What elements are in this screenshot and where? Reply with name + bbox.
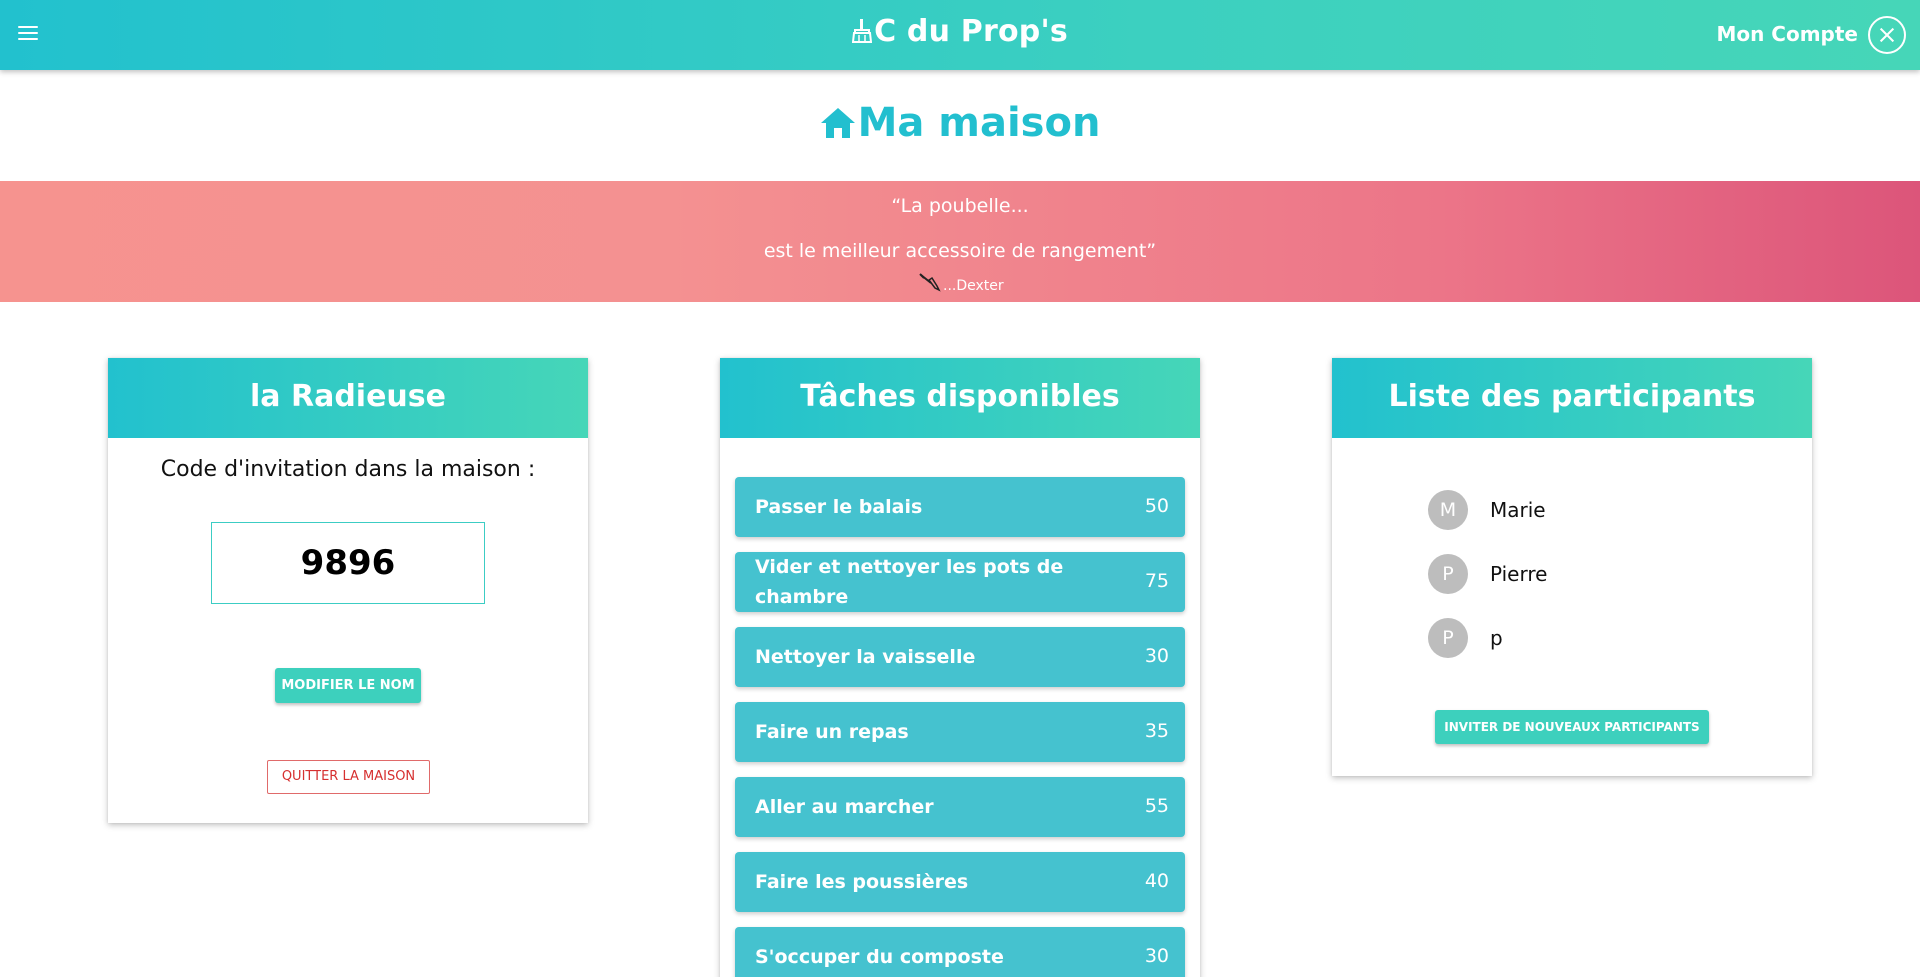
task-points: 50 xyxy=(1144,495,1169,517)
participants-card: Liste des participants M Marie P Pierre … xyxy=(1332,358,1812,776)
task-item[interactable]: Faire les poussières 40 xyxy=(735,852,1185,912)
task-name: Vider et nettoyer les pots de chambre xyxy=(755,556,1064,608)
quote-line-2: est le meilleur accessoire de rangement” xyxy=(763,240,1157,262)
broom-icon xyxy=(918,272,942,296)
task-name: S'occuper du composte xyxy=(755,946,1004,968)
avatar: M xyxy=(1428,490,1468,530)
broom-icon xyxy=(851,16,873,51)
house-name: la Radieuse xyxy=(108,358,588,438)
task-name: Faire un repas xyxy=(755,721,909,743)
tasks-title: Tâches disponibles xyxy=(720,358,1200,438)
close-icon[interactable] xyxy=(1868,16,1906,54)
task-item[interactable]: Faire un repas 35 xyxy=(735,702,1185,762)
task-item[interactable]: Nettoyer la vaisselle 30 xyxy=(735,627,1185,687)
invite-participants-button[interactable]: INVITER DE NOUVEAUX PARTICIPANTS xyxy=(1435,710,1709,744)
app-title: C du Prop's xyxy=(874,14,1068,49)
task-points: 35 xyxy=(1144,720,1169,742)
task-points: 75 xyxy=(1144,570,1169,592)
avatar: P xyxy=(1428,554,1468,594)
tasks-card: Tâches disponibles Passer le balais 50 V… xyxy=(720,358,1200,977)
quote-author: ...Dexter xyxy=(918,272,1004,296)
task-points: 40 xyxy=(1144,870,1169,892)
participant-name: Marie xyxy=(1490,498,1546,522)
task-name: Nettoyer la vaisselle xyxy=(755,646,976,668)
quote-line-1: “La poubelle... xyxy=(891,195,1029,217)
task-item[interactable]: Vider et nettoyer les pots de chambre 75 xyxy=(735,552,1185,612)
participants-title: Liste des participants xyxy=(1332,358,1812,438)
task-name: Aller au marcher xyxy=(755,796,934,818)
rename-house-button[interactable]: MODIFIER LE NOM xyxy=(275,668,421,703)
invite-code-field[interactable]: 9896 xyxy=(211,522,485,604)
invite-code-label: Code d'invitation dans la maison : xyxy=(160,457,536,482)
task-item[interactable]: Aller au marcher 55 xyxy=(735,777,1185,837)
account-link[interactable]: Mon Compte xyxy=(1716,22,1858,46)
avatar: P xyxy=(1428,618,1468,658)
participant-name: Pierre xyxy=(1490,562,1548,586)
task-item[interactable]: Passer le balais 50 xyxy=(735,477,1185,537)
home-icon xyxy=(820,103,856,149)
page-title: Ma maison xyxy=(0,100,1920,149)
app-brand[interactable]: C du Prop's xyxy=(0,14,1920,51)
leave-house-button[interactable]: QUITTER LA MAISON xyxy=(267,760,430,794)
top-app-bar: C du Prop's Mon Compte xyxy=(0,0,1920,70)
task-points: 30 xyxy=(1144,945,1169,967)
quote-author-name: ...Dexter xyxy=(943,278,1004,294)
task-points: 55 xyxy=(1144,795,1169,817)
task-name: Passer le balais xyxy=(755,496,923,518)
participant-name: p xyxy=(1490,626,1503,650)
quote-banner: “La poubelle... est le meilleur accessoi… xyxy=(0,181,1920,302)
task-name: Faire les poussières xyxy=(755,871,969,893)
house-card: la Radieuse Code d'invitation dans la ma… xyxy=(108,358,588,823)
page-title-text: Ma maison xyxy=(857,100,1101,146)
task-item[interactable]: S'occuper du composte 30 xyxy=(735,927,1185,977)
task-points: 30 xyxy=(1144,645,1169,667)
